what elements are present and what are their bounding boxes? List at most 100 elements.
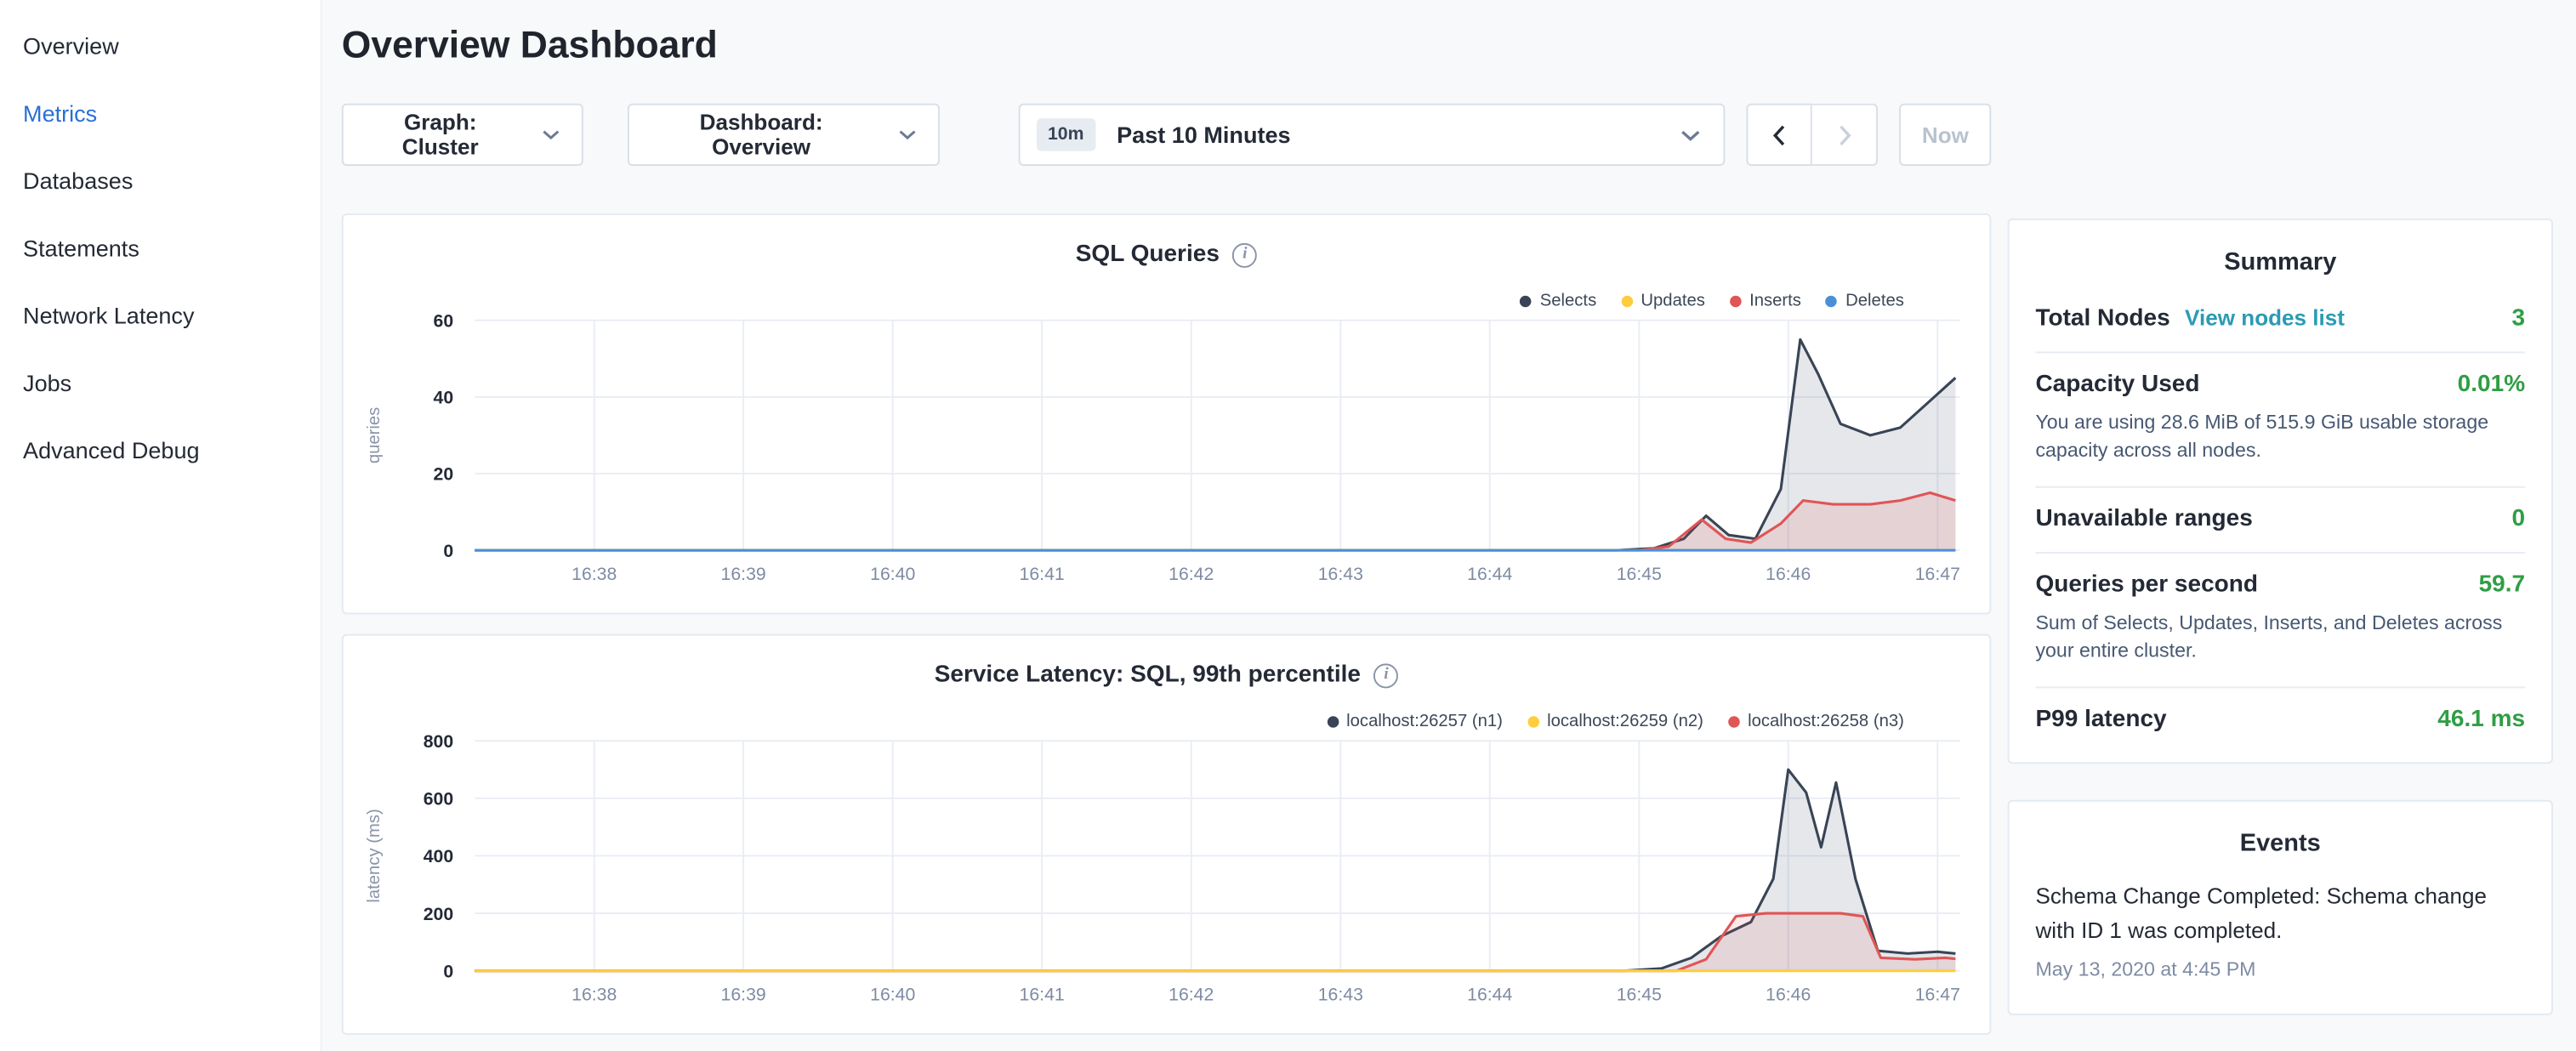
service-latency-plot[interactable]: 020040060080016:3816:3916:4016:4116:4216… — [344, 731, 1993, 1037]
svg-text:16:39: 16:39 — [721, 984, 766, 1004]
svg-text:latency (ms): latency (ms) — [365, 809, 384, 902]
chart-title: Service Latency: SQL, 99th percentile — [935, 662, 1361, 688]
main-content: Overview Dashboard Graph: Cluster Dashbo… — [342, 0, 1991, 1035]
summary-row-unavailable-ranges: Unavailable ranges 0 — [2035, 487, 2525, 553]
svg-text:16:40: 16:40 — [870, 564, 915, 584]
summary-label: Total Nodes — [2035, 305, 2169, 332]
event-text: Schema Change Completed: Schema change w… — [2035, 878, 2525, 949]
chevron-down-icon — [543, 130, 560, 140]
legend-item-n2[interactable]: localhost:26259 (n2) — [1527, 711, 1703, 730]
time-range-badge: 10m — [1036, 118, 1095, 151]
now-button[interactable]: Now — [1900, 104, 1992, 166]
legend-dot — [1728, 715, 1740, 727]
chart-legend: localhost:26257 (n1) localhost:26259 (n2… — [1327, 711, 1904, 730]
time-range-dropdown[interactable]: 10m Past 10 Minutes — [1018, 104, 1726, 166]
summary-label: P99 latency — [2035, 706, 2166, 732]
chevron-down-icon — [899, 130, 917, 140]
svg-text:0: 0 — [443, 961, 453, 981]
svg-text:16:43: 16:43 — [1318, 984, 1363, 1004]
summary-label: Queries per second — [2035, 571, 2258, 598]
svg-text:16:42: 16:42 — [1169, 984, 1214, 1004]
legend-dot — [1521, 295, 1533, 307]
summary-label: Unavailable ranges — [2035, 506, 2252, 532]
legend-dot — [1826, 295, 1838, 307]
events-title: Events — [2035, 801, 2525, 868]
legend-item-n1[interactable]: localhost:26257 (n1) — [1327, 711, 1503, 730]
info-icon[interactable]: i — [1373, 662, 1398, 687]
service-latency-chart-card: Service Latency: SQL, 99th percentile i … — [342, 634, 1991, 1035]
summary-title: Summary — [2035, 220, 2525, 287]
legend-dot — [1621, 295, 1633, 307]
sidebar-item-metrics[interactable]: Metrics — [0, 79, 321, 146]
time-step-buttons — [1747, 104, 1879, 166]
time-forward-button[interactable] — [1812, 104, 1878, 166]
legend-item-selects[interactable]: Selects — [1521, 291, 1597, 310]
svg-text:16:47: 16:47 — [1915, 984, 1960, 1004]
svg-text:16:44: 16:44 — [1467, 984, 1512, 1004]
sidebar: Overview Metrics Databases Statements Ne… — [0, 0, 322, 1051]
legend-dot — [1327, 715, 1339, 727]
summary-row-capacity-used: Capacity Used 0.01% You are using 28.6 M… — [2035, 353, 2525, 487]
legend-label: localhost:26258 (n3) — [1748, 711, 1904, 730]
summary-panel: Summary Total Nodes View nodes list 3 Ca… — [2008, 219, 2553, 763]
summary-description: You are using 28.6 MiB of 515.9 GiB usab… — [2035, 409, 2525, 466]
chart-legend: Selects Updates Inserts Deletes — [1521, 291, 1904, 310]
app: Overview Metrics Databases Statements Ne… — [0, 0, 2576, 1051]
svg-text:60: 60 — [434, 310, 454, 331]
svg-text:16:38: 16:38 — [571, 984, 617, 1004]
legend-label: Deletes — [1845, 291, 1904, 310]
sql-queries-plot[interactable]: 020406016:3816:3916:4016:4116:4216:4316:… — [344, 310, 1993, 616]
view-nodes-list-link[interactable]: View nodes list — [2185, 305, 2345, 330]
sidebar-item-overview[interactable]: Overview — [0, 12, 321, 79]
sidebar-item-statements[interactable]: Statements — [0, 213, 321, 281]
summary-row-total-nodes: Total Nodes View nodes list 3 — [2035, 287, 2525, 353]
svg-text:20: 20 — [434, 464, 454, 485]
events-panel: Events Schema Change Completed: Schema c… — [2008, 799, 2553, 1014]
summary-row-queries-per-second: Queries per second 59.7 Sum of Selects, … — [2035, 554, 2525, 688]
info-icon[interactable]: i — [1232, 242, 1257, 267]
page-title: Overview Dashboard — [342, 23, 1991, 67]
legend-item-updates[interactable]: Updates — [1621, 291, 1705, 310]
svg-text:16:45: 16:45 — [1617, 564, 1662, 584]
svg-text:16:40: 16:40 — [870, 984, 915, 1004]
summary-value: 0 — [2512, 506, 2526, 532]
chevron-left-icon — [1773, 124, 1786, 145]
sidebar-item-jobs[interactable]: Jobs — [0, 349, 321, 416]
svg-text:800: 800 — [424, 731, 453, 752]
sql-queries-chart-card: SQL Queries i Selects Updates Inserts — [342, 213, 1991, 614]
dashboard-dropdown[interactable]: Dashboard: Overview — [627, 104, 939, 166]
svg-text:16:42: 16:42 — [1169, 564, 1214, 584]
legend-dot — [1527, 715, 1539, 727]
summary-value: 3 — [2512, 305, 2526, 332]
legend-label: localhost:26257 (n1) — [1346, 711, 1503, 730]
chart-title: SQL Queries — [1076, 241, 1220, 268]
legend-item-n3[interactable]: localhost:26258 (n3) — [1728, 711, 1904, 730]
graph-dropdown[interactable]: Graph: Cluster — [342, 104, 583, 166]
svg-text:16:43: 16:43 — [1318, 564, 1363, 584]
right-panel: Summary Total Nodes View nodes list 3 Ca… — [2008, 219, 2553, 1014]
svg-text:200: 200 — [424, 904, 453, 924]
toolbar: Graph: Cluster Dashboard: Overview 10m P… — [342, 104, 1991, 166]
event-timestamp: May 13, 2020 at 4:45 PM — [2035, 957, 2525, 980]
legend-label: Inserts — [1749, 291, 1801, 310]
svg-text:16:38: 16:38 — [571, 564, 617, 584]
legend-label: localhost:26259 (n2) — [1547, 711, 1703, 730]
svg-text:16:45: 16:45 — [1617, 984, 1662, 1004]
time-back-button[interactable] — [1747, 104, 1812, 166]
sidebar-item-network-latency[interactable]: Network Latency — [0, 281, 321, 348]
svg-text:0: 0 — [443, 541, 453, 561]
legend-item-deletes[interactable]: Deletes — [1826, 291, 1904, 310]
legend-item-inserts[interactable]: Inserts — [1730, 291, 1801, 310]
summary-value: 59.7 — [2479, 571, 2526, 598]
summary-label: Capacity Used — [2035, 372, 2199, 398]
summary-row-p99-latency: P99 latency 46.1 ms — [2035, 688, 2525, 752]
summary-description: Sum of Selects, Updates, Inserts, and De… — [2035, 609, 2525, 666]
sidebar-item-advanced-debug[interactable]: Advanced Debug — [0, 416, 321, 483]
svg-text:40: 40 — [434, 388, 454, 408]
svg-text:16:46: 16:46 — [1766, 564, 1811, 584]
summary-value: 46.1 ms — [2437, 706, 2525, 732]
time-range-label: Past 10 Minutes — [1117, 122, 1290, 148]
sidebar-item-databases[interactable]: Databases — [0, 146, 321, 213]
svg-text:16:41: 16:41 — [1020, 564, 1065, 584]
legend-label: Updates — [1641, 291, 1705, 310]
